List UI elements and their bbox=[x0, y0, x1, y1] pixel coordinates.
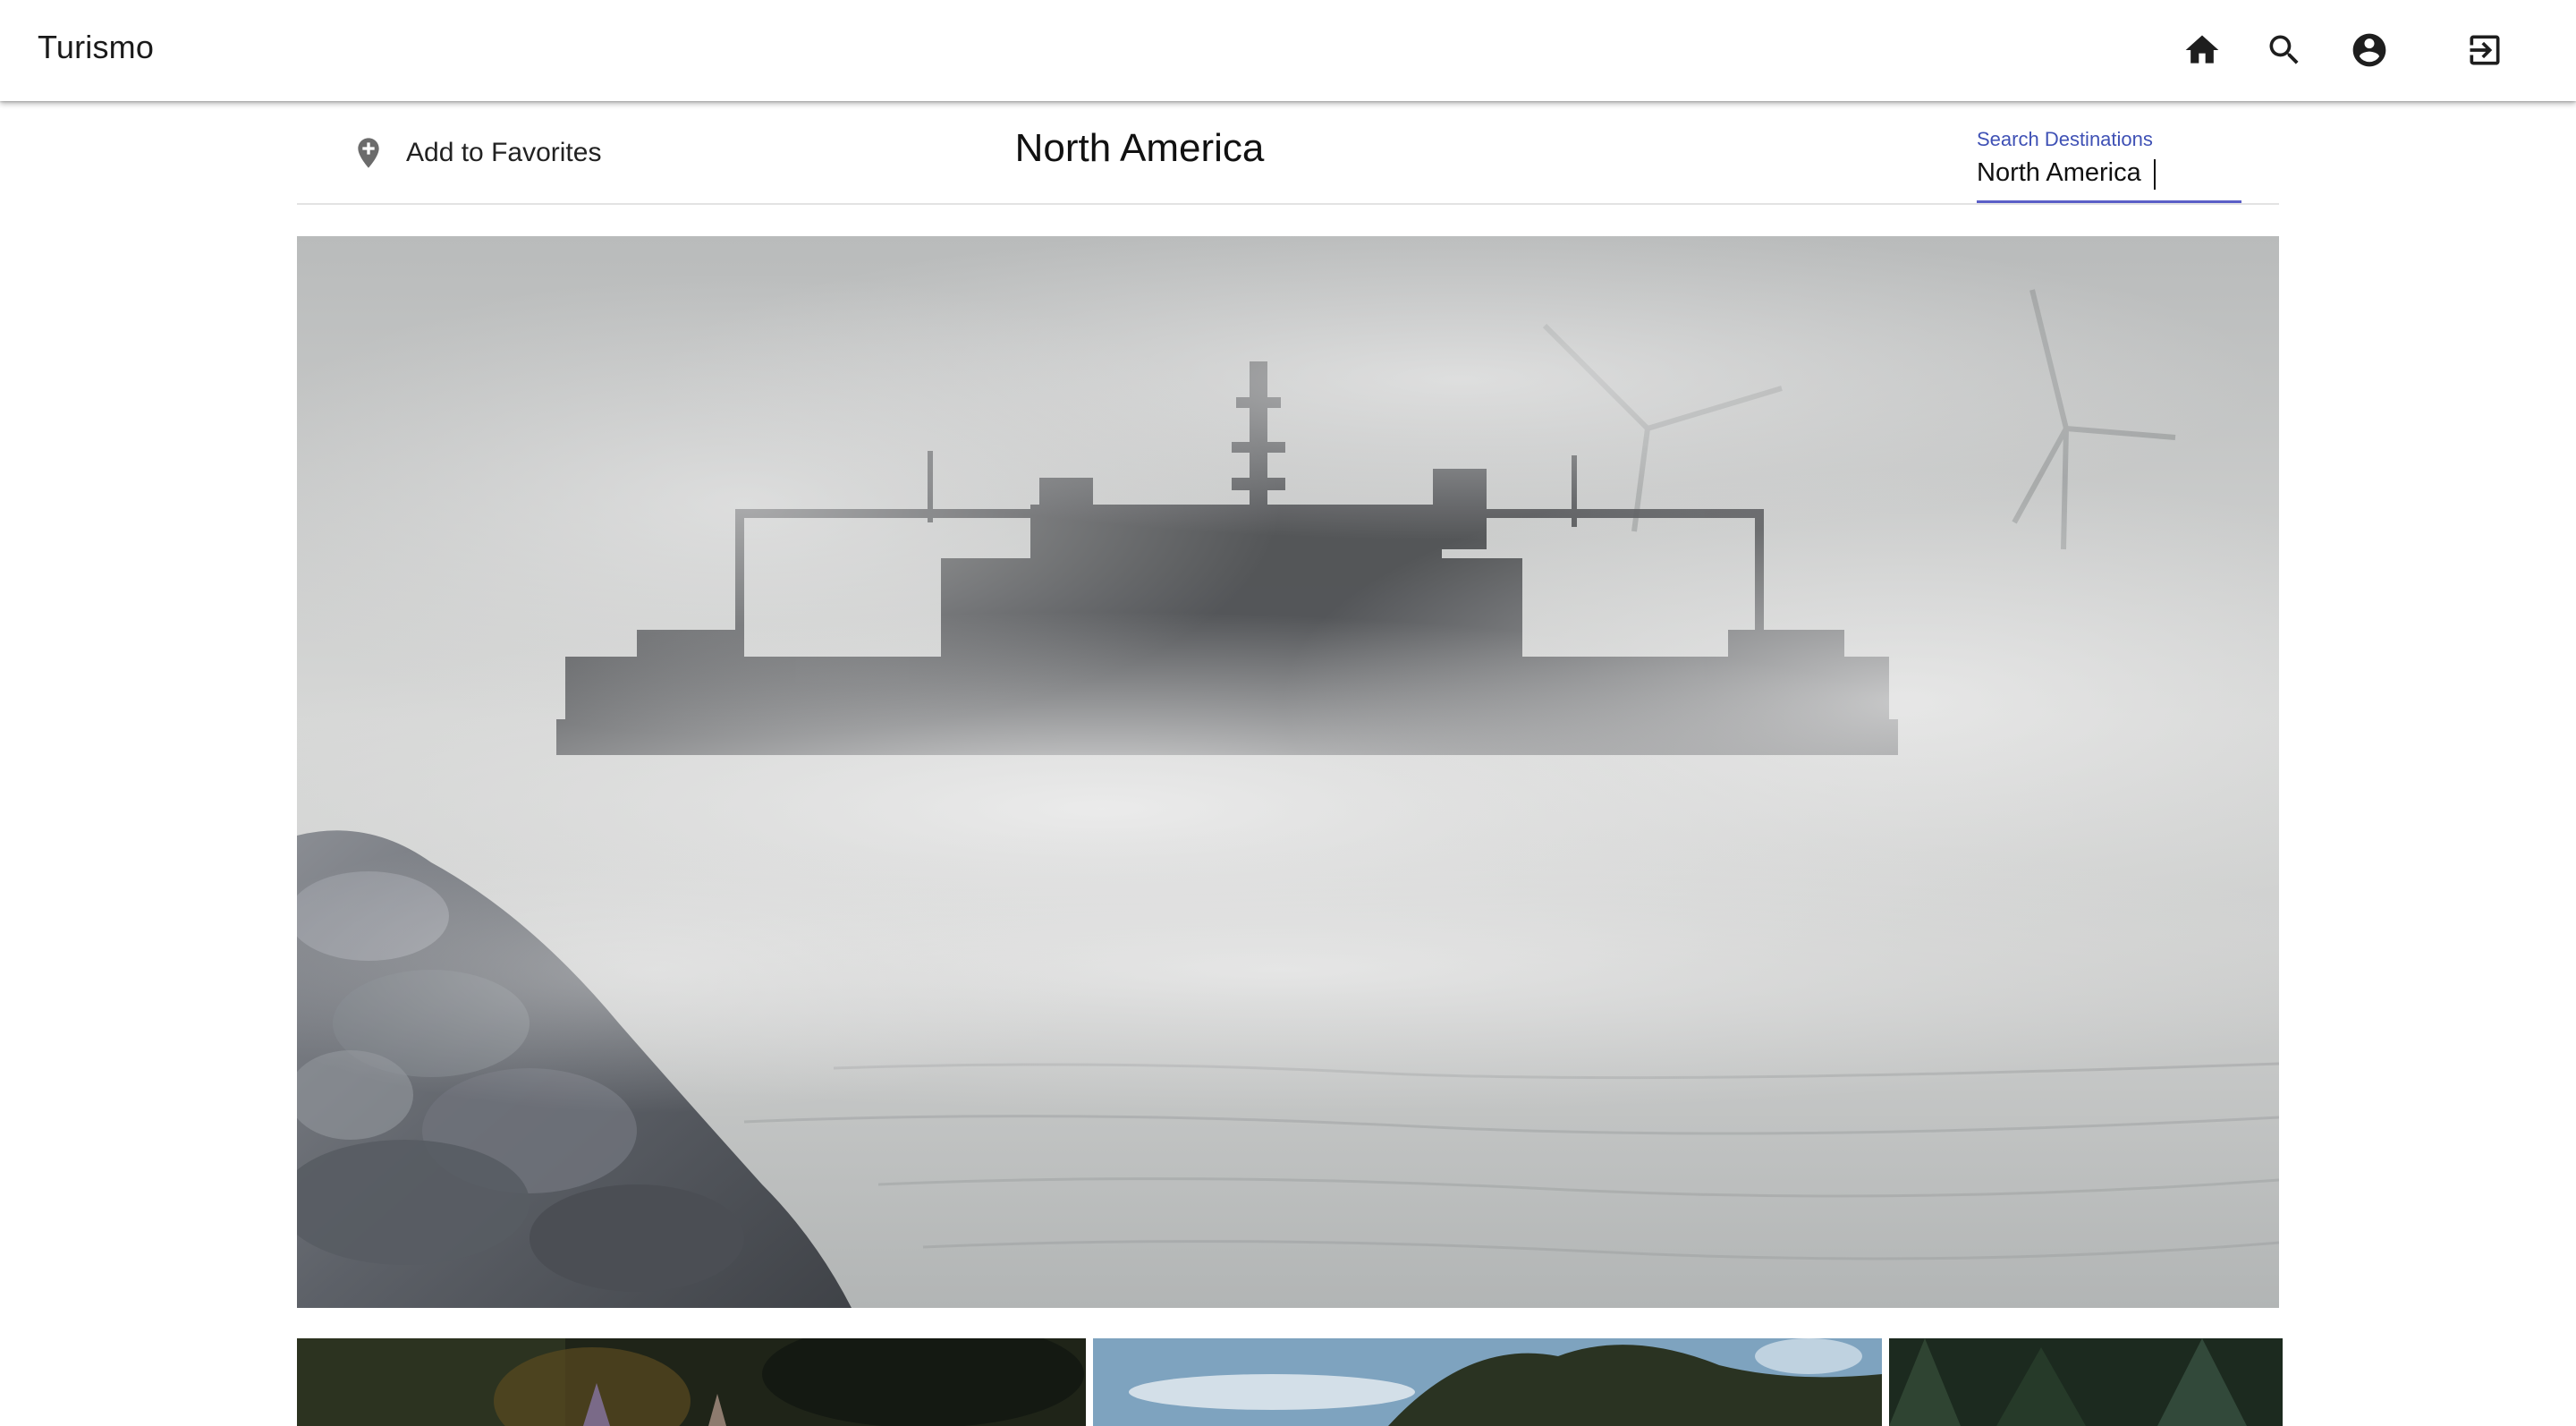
home-button[interactable] bbox=[2174, 21, 2231, 79]
account-button[interactable] bbox=[2341, 21, 2398, 79]
search-button[interactable] bbox=[2256, 21, 2313, 79]
app-bar: Turismo bbox=[0, 0, 2576, 101]
destination-header: Add to Favorites North America Search De… bbox=[297, 101, 2279, 205]
destination-thumbnail[interactable] bbox=[1093, 1338, 1882, 1426]
home-icon bbox=[2185, 35, 2219, 64]
brand-title[interactable]: Turismo bbox=[38, 29, 154, 66]
logout-button[interactable] bbox=[2456, 21, 2513, 79]
hero-image bbox=[297, 236, 2279, 1308]
page-title: North America bbox=[1014, 126, 1265, 170]
logout-icon bbox=[2470, 35, 2500, 65]
search-destinations-input[interactable] bbox=[1977, 155, 2241, 191]
search-underline bbox=[1977, 200, 2241, 203]
search-destinations-field[interactable]: Search Destinations bbox=[1977, 115, 2241, 203]
add-location-icon bbox=[358, 138, 379, 168]
destination-thumbnail[interactable] bbox=[297, 1338, 1086, 1426]
add-to-favorites-button[interactable]: Add to Favorites bbox=[351, 128, 601, 178]
destination-thumbnail[interactable] bbox=[1889, 1338, 2283, 1426]
add-to-favorites-label: Add to Favorites bbox=[406, 138, 602, 167]
text-caret bbox=[2154, 159, 2156, 190]
search-icon bbox=[2269, 35, 2299, 64]
account-circle-icon bbox=[2352, 33, 2386, 67]
search-destinations-label: Search Destinations bbox=[1977, 128, 2153, 150]
